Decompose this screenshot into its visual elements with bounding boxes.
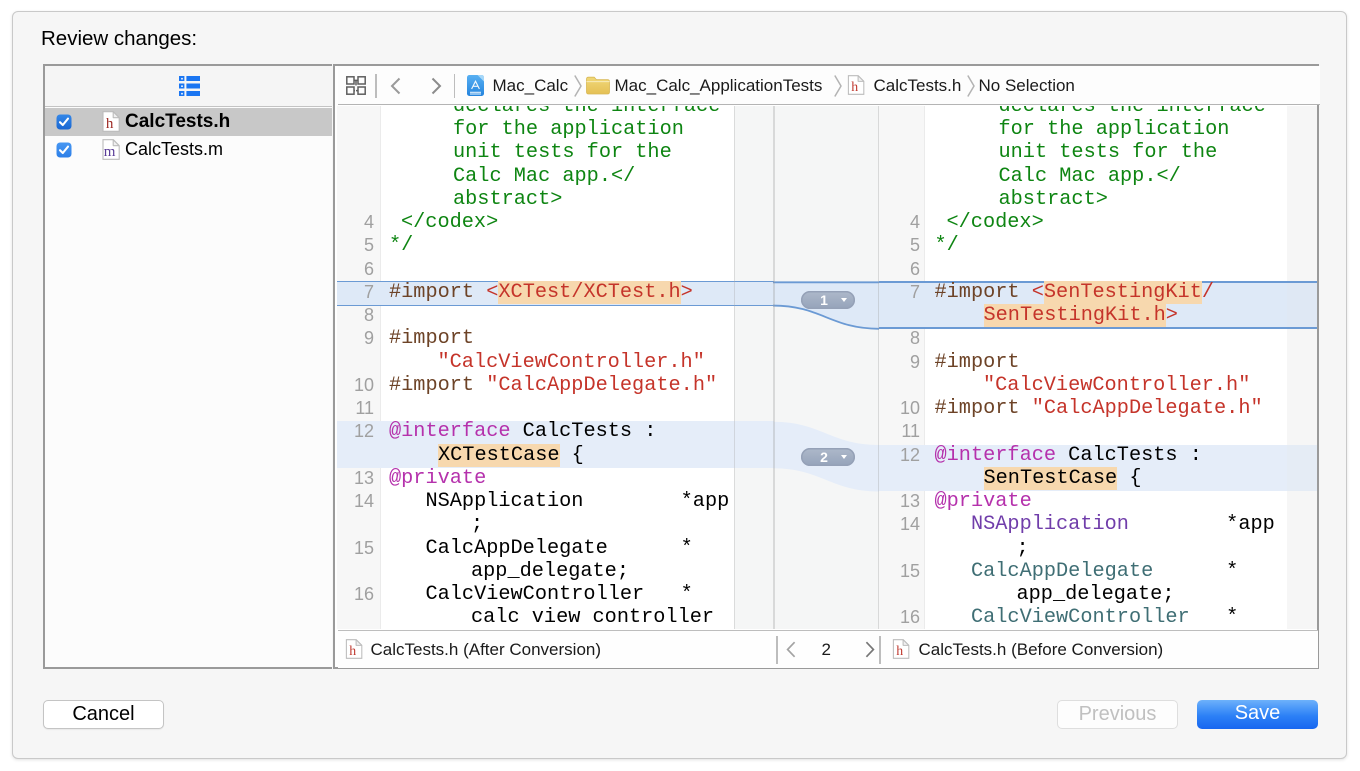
svg-text:h: h [106,115,114,131]
svg-text:h: h [851,79,858,94]
svg-text:m: m [104,143,116,159]
svg-text:h: h [896,643,903,658]
svg-text:h: h [349,643,356,658]
